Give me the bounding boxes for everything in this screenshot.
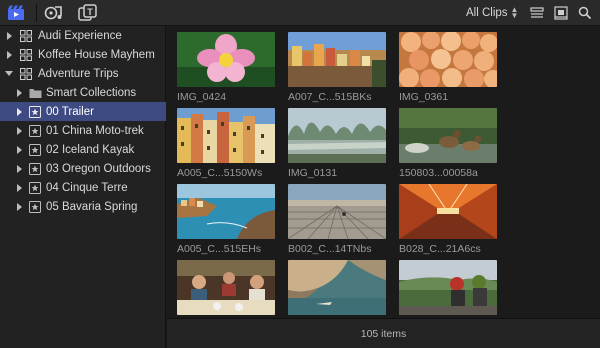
disclosure-down-icon[interactable] <box>4 69 14 79</box>
sidebar-item-03-oregon-outdoors[interactable]: 03 Oregon Outdoors <box>0 159 166 178</box>
clip-thumbnail-kayak-cliffs[interactable] <box>288 260 386 315</box>
sidebar-item-00-trailer[interactable]: 00 Trailer <box>0 102 166 121</box>
sidebar-item-audi-experience[interactable]: Audi Experience <box>0 26 166 45</box>
sidebar-item-adventure-trips[interactable]: Adventure Trips <box>0 64 166 83</box>
browser-toolbar: T All Clips ▲ ▼ <box>0 0 600 26</box>
sidebar-item-label: 05 Bavaria Spring <box>46 200 138 213</box>
library-grid-icon <box>20 48 32 61</box>
sidebar-item-label: Smart Collections <box>46 86 137 99</box>
library-grid-icon <box>20 29 32 42</box>
sidebar-item-label: 04 Cinque Terre <box>46 181 128 194</box>
browser-footer: 105 items <box>167 318 600 348</box>
disclosure-right-icon[interactable] <box>4 50 14 60</box>
disclosure-right-icon[interactable] <box>14 164 24 174</box>
disclosure-right-icon[interactable] <box>14 183 24 193</box>
clip-thumbnail-hillside-houses[interactable] <box>177 108 275 163</box>
library-icon[interactable] <box>4 3 28 23</box>
event-star-icon <box>29 181 41 194</box>
sidebar-item-05-bavaria-spring[interactable]: 05 Bavaria Spring <box>0 197 166 216</box>
clips-filter-label: All Clips <box>466 7 508 19</box>
titles-generators-icon[interactable]: T <box>76 3 100 23</box>
libraries-sidebar: Audi Experience Koffee House Mayhem Adve… <box>0 26 166 348</box>
sidebar-item-label: Audi Experience <box>38 29 122 42</box>
chevron-updown-icon: ▲ ▼ <box>510 5 519 20</box>
clip-appearance-icon[interactable] <box>549 3 573 23</box>
clip-name: A005_C...515EHs <box>177 243 262 255</box>
clip-thumbnail-peaches[interactable] <box>399 32 497 87</box>
svg-text:T: T <box>87 7 93 17</box>
clip-name: IMG_0424 <box>177 91 227 103</box>
disclosure-right-icon[interactable] <box>4 31 14 41</box>
disclosure-right-icon[interactable] <box>14 126 24 136</box>
clip-thumbnail-seaside-cliff[interactable] <box>177 184 275 239</box>
sidebar-item-label: 02 Iceland Kayak <box>46 143 135 156</box>
clip-browser: IMG_0424 A007_C...515BKs IMG_0361 A005_C… <box>167 26 600 348</box>
clip-thumbnail-orange-tunnel[interactable] <box>399 184 497 239</box>
sidebar-item-label: 01 China Moto-trek <box>46 124 144 137</box>
event-star-icon <box>29 105 41 118</box>
toolbar-divider <box>36 4 37 22</box>
event-star-icon <box>29 162 41 175</box>
sidebar-item-label: 03 Oregon Outdoors <box>46 162 151 175</box>
event-star-icon <box>29 143 41 156</box>
disclosure-right-icon[interactable] <box>14 88 24 98</box>
sidebar-item-04-cinque-terre[interactable]: 04 Cinque Terre <box>0 178 166 197</box>
clip-thumbnail-flower[interactable] <box>177 32 275 87</box>
sidebar-item-koffee-house-mayhem[interactable]: Koffee House Mayhem <box>0 45 166 64</box>
photos-audio-icon[interactable] <box>42 3 66 23</box>
clip-name: B028_C...21A6cs <box>399 243 481 255</box>
filmstrip-view-icon[interactable] <box>525 3 549 23</box>
sidebar-item-label: 00 Trailer <box>46 105 94 118</box>
item-count: 105 items <box>360 328 407 340</box>
clip-thumbnail-motorcyclists[interactable] <box>399 260 497 315</box>
clips-filter-dropdown[interactable]: All Clips ▲ ▼ <box>466 6 518 20</box>
clip-name: IMG_0131 <box>288 167 338 179</box>
search-icon[interactable] <box>573 3 597 23</box>
clip-thumbnail-ducks[interactable] <box>399 108 497 163</box>
sidebar-item-label: Koffee House Mayhem <box>38 48 155 61</box>
clip-name: 150803...00058a <box>399 167 478 179</box>
clip-name: B002_C...14TNbs <box>288 243 372 255</box>
library-grid-icon <box>20 67 32 80</box>
clip-name: A005_C...5150Ws <box>177 167 263 179</box>
sidebar-item-smart-collections[interactable]: Smart Collections <box>0 83 166 102</box>
clip-thumbnail-dinner-party[interactable] <box>177 260 275 315</box>
clip-thumbnail-karst-river[interactable] <box>288 108 386 163</box>
folder-icon <box>29 87 42 99</box>
clip-name: IMG_0361 <box>399 91 449 103</box>
disclosure-right-icon[interactable] <box>14 145 24 155</box>
clip-name: A007_C...515BKs <box>288 91 372 103</box>
event-star-icon <box>29 200 41 213</box>
sidebar-item-01-china-moto-trek[interactable]: 01 China Moto-trek <box>0 121 166 140</box>
sidebar-item-02-iceland-kayak[interactable]: 02 Iceland Kayak <box>0 140 166 159</box>
event-star-icon <box>29 124 41 137</box>
disclosure-right-icon[interactable] <box>14 107 24 117</box>
disclosure-right-icon[interactable] <box>14 202 24 212</box>
sidebar-item-label: Adventure Trips <box>38 67 119 80</box>
clip-thumbnail-checkered-square[interactable] <box>288 184 386 239</box>
clip-thumbnail-coastal-village[interactable] <box>288 32 386 87</box>
